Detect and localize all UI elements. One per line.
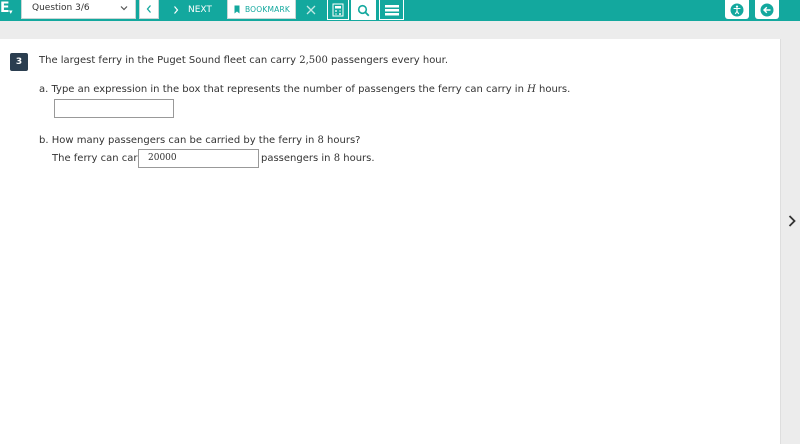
question-select[interactable]: Question 3/6	[21, 0, 136, 19]
next-button[interactable]: NEXT	[163, 0, 223, 19]
calculator-button[interactable]	[327, 0, 349, 20]
close-tool-button[interactable]	[300, 0, 322, 20]
part-b-prompt: b. How many passengers can be carried by…	[39, 135, 360, 146]
question-number-badge: 3	[10, 53, 28, 71]
next-label: NEXT	[188, 4, 212, 15]
back-arrow-icon	[760, 3, 774, 16]
part-a-variable: H	[527, 84, 536, 95]
search-icon	[357, 4, 370, 16]
part-b-sentence-start: The ferry can carry	[52, 153, 148, 164]
part-b-answer-input[interactable]: 20000	[138, 149, 259, 168]
top-toolbar: E ▾ Question 3/6 NEXT BOOKMARK	[0, 0, 800, 21]
stem-text-end: passengers every hour.	[327, 55, 449, 66]
close-icon	[306, 5, 316, 15]
question-select-label: Question 3/6	[32, 3, 90, 13]
part-a-answer-input[interactable]	[54, 99, 174, 118]
search-button[interactable]	[351, 0, 376, 20]
accessibility-button[interactable]	[725, 0, 749, 19]
part-a-text: a. Type an expression in the box that re…	[39, 84, 528, 95]
menu-icon	[384, 4, 399, 15]
part-b-text: b. How many passengers can be carried by…	[39, 135, 318, 146]
calculator-icon	[332, 3, 344, 16]
part-b-text-end: hours?	[323, 135, 361, 146]
question-stem: The largest ferry in the Puget Sound fle…	[39, 55, 448, 66]
part-b-sentence-end: passengers in 8 hours.	[261, 153, 375, 164]
bookmark-icon	[234, 5, 240, 13]
chevron-left-icon	[146, 5, 151, 13]
brand-logo: E ▾	[0, 0, 13, 21]
stem-text: The largest ferry in the Puget Sound fle…	[39, 55, 300, 66]
bookmark-button[interactable]: BOOKMARK	[227, 0, 296, 19]
menu-button[interactable]	[379, 0, 404, 20]
next-page-arrow-icon[interactable]	[787, 214, 797, 228]
sentence-end-text-end: hours.	[340, 153, 375, 164]
part-a-text-end: hours.	[535, 84, 571, 95]
sentence-end-text: passengers in	[261, 153, 334, 164]
part-a-prompt: a. Type an expression in the box that re…	[39, 84, 570, 95]
back-button[interactable]	[755, 0, 779, 19]
brand-caret-icon: ▾	[9, 8, 13, 16]
previous-button[interactable]	[139, 0, 159, 19]
bookmark-label: BOOKMARK	[244, 4, 291, 14]
chevron-down-icon	[120, 6, 128, 11]
accessibility-icon	[730, 3, 744, 16]
chevron-right-icon	[174, 5, 179, 14]
stem-number: 2,500	[299, 55, 328, 66]
